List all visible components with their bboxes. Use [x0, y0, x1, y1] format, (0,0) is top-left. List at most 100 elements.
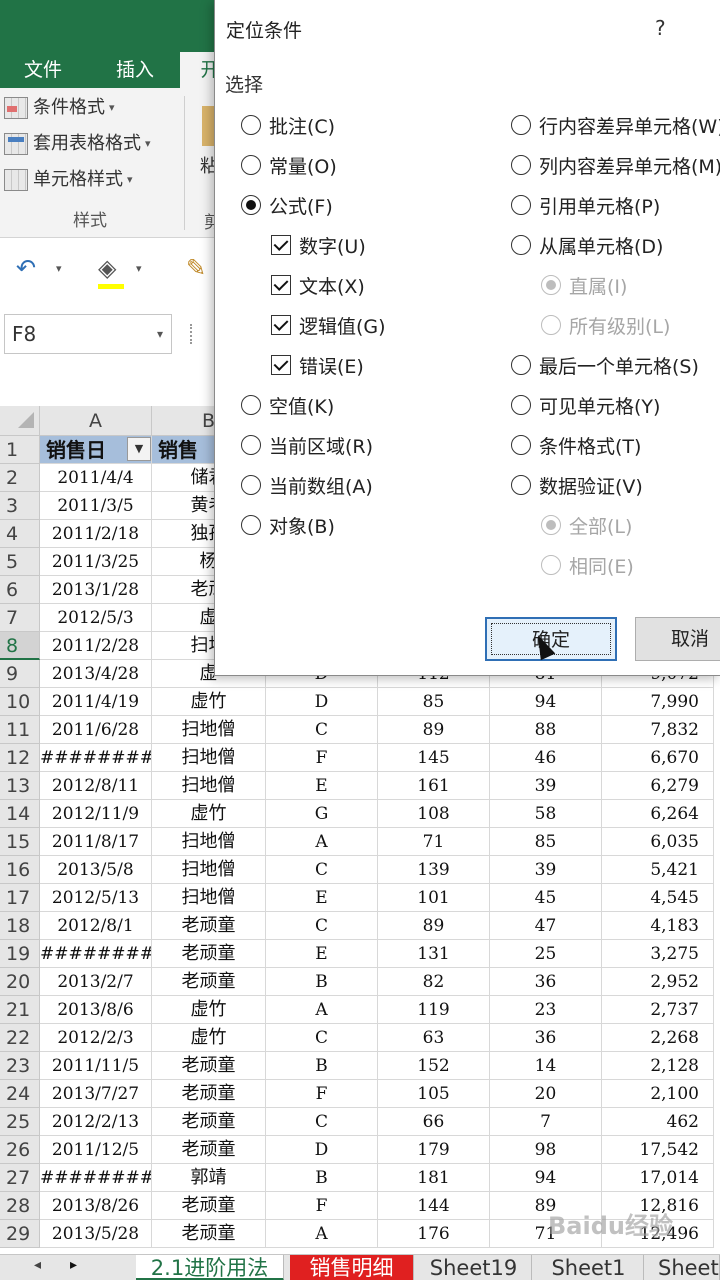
table-cell[interactable]: E — [266, 772, 378, 800]
table-cell[interactable]: 2013/7/27 — [40, 1080, 152, 1108]
table-cell[interactable]: B — [266, 1164, 378, 1192]
row-header-17[interactable]: 17 — [0, 884, 40, 912]
row-header-26[interactable]: 26 — [0, 1136, 40, 1164]
table-cell[interactable]: 47 — [490, 912, 602, 940]
radio-button-icon[interactable] — [241, 395, 261, 415]
row-header-3[interactable]: 3 — [0, 492, 40, 520]
table-cell[interactable]: 虚竹 — [152, 800, 266, 828]
table-cell[interactable]: 老顽童 — [152, 1080, 266, 1108]
table-cell[interactable]: 2013/8/6 — [40, 996, 152, 1024]
table-cell[interactable]: 85 — [490, 828, 602, 856]
radio-option[interactable]: 从属单元格(D) — [511, 230, 663, 260]
radio-option[interactable]: 当前数组(A) — [241, 470, 373, 500]
table-cell[interactable]: G — [266, 800, 378, 828]
radio-option[interactable]: 行内容差异单元格(W) — [511, 110, 720, 140]
table-cell[interactable]: F — [266, 1080, 378, 1108]
radio-option[interactable]: 空值(K) — [241, 390, 334, 420]
row-header-7[interactable]: 7 — [0, 604, 40, 632]
table-cell[interactable]: F — [266, 744, 378, 772]
table-cell[interactable]: 扫地僧 — [152, 772, 266, 800]
chevron-down-icon[interactable]: ▾ — [157, 315, 163, 353]
table-cell[interactable]: 71 — [378, 828, 490, 856]
table-cell[interactable]: 45 — [490, 884, 602, 912]
table-cell[interactable]: 老顽童 — [152, 1220, 266, 1248]
table-cell[interactable]: 2012/8/11 — [40, 772, 152, 800]
table-cell[interactable]: 89 — [378, 912, 490, 940]
chevron-down-icon[interactable]: ▾ — [136, 262, 142, 275]
table-cell[interactable]: 2013/8/26 — [40, 1192, 152, 1220]
checkbox-option[interactable]: 文本(X) — [271, 270, 365, 300]
table-cell[interactable]: C — [266, 912, 378, 940]
row-header-4[interactable]: 4 — [0, 520, 40, 548]
table-cell[interactable]: 94 — [490, 1164, 602, 1192]
checkbox-option[interactable]: 数字(U) — [271, 230, 366, 260]
table-cell[interactable]: 老顽童 — [152, 1108, 266, 1136]
table-cell[interactable]: A — [266, 996, 378, 1024]
table-cell[interactable]: E — [266, 940, 378, 968]
table-cell[interactable]: 105 — [378, 1080, 490, 1108]
radio-button-icon[interactable] — [511, 435, 531, 455]
table-cell[interactable]: 郭靖 — [152, 1164, 266, 1192]
radio-option[interactable]: 当前区域(R) — [241, 430, 373, 460]
table-cell[interactable]: 152 — [378, 1052, 490, 1080]
table-cell[interactable]: 4,183 — [602, 912, 714, 940]
row-header-6[interactable]: 6 — [0, 576, 40, 604]
radio-option[interactable]: 可见单元格(Y) — [511, 390, 660, 420]
radio-option[interactable]: 对象(B) — [241, 510, 335, 540]
radio-option[interactable]: 公式(F) — [241, 190, 333, 220]
checkbox-option[interactable]: 逻辑值(G) — [271, 310, 386, 340]
table-cell[interactable]: 2011/2/18 — [40, 520, 152, 548]
row-header-25[interactable]: 25 — [0, 1108, 40, 1136]
table-cell[interactable]: 39 — [490, 772, 602, 800]
row-header-29[interactable]: 29 — [0, 1220, 40, 1248]
table-cell[interactable]: 63 — [378, 1024, 490, 1052]
table-cell[interactable]: B — [266, 1052, 378, 1080]
row-header-16[interactable]: 16 — [0, 856, 40, 884]
row-header-11[interactable]: 11 — [0, 716, 40, 744]
table-cell[interactable]: 2011/12/5 — [40, 1136, 152, 1164]
sheet-tab-sheet1[interactable]: Sheet1 — [534, 1255, 644, 1280]
format-as-table-button[interactable]: 套用表格格式 ▾ — [4, 128, 151, 160]
table-cell[interactable]: 7,832 — [602, 716, 714, 744]
row-header-13[interactable]: 13 — [0, 772, 40, 800]
cancel-button[interactable]: 取消 — [635, 617, 720, 661]
table-cell[interactable]: 2012/2/3 — [40, 1024, 152, 1052]
radio-button-icon[interactable] — [511, 155, 531, 175]
tab-scroll-right-icon[interactable]: ▸ — [70, 1257, 77, 1273]
table-cell[interactable]: 20 — [490, 1080, 602, 1108]
radio-option[interactable]: 数据验证(V) — [511, 470, 643, 500]
table-cell[interactable]: 2013/5/8 — [40, 856, 152, 884]
table-cell[interactable]: 23 — [490, 996, 602, 1024]
table-cell[interactable]: 176 — [378, 1220, 490, 1248]
table-cell[interactable]: B — [266, 968, 378, 996]
row-header-8[interactable]: 8 — [0, 632, 40, 660]
sheet-tab-sheet19[interactable]: Sheet19 — [416, 1255, 532, 1280]
radio-button-icon[interactable] — [511, 115, 531, 135]
table-cell[interactable]: 2011/11/5 — [40, 1052, 152, 1080]
table-cell[interactable]: 6,279 — [602, 772, 714, 800]
table-cell[interactable]: 老顽童 — [152, 1136, 266, 1164]
table-cell[interactable]: 2013/4/28 — [40, 660, 152, 688]
table-cell[interactable]: 46 — [490, 744, 602, 772]
table-cell[interactable]: 14 — [490, 1052, 602, 1080]
table-cell[interactable]: 2,100 — [602, 1080, 714, 1108]
radio-button-icon[interactable] — [511, 195, 531, 215]
table-cell[interactable]: 6,035 — [602, 828, 714, 856]
table-cell[interactable]: 扫地僧 — [152, 856, 266, 884]
table-cell[interactable]: C — [266, 1108, 378, 1136]
help-button[interactable]: ? — [655, 16, 666, 40]
table-cell[interactable]: 老顽童 — [152, 1052, 266, 1080]
conditional-format-button[interactable]: 条件格式 ▾ — [4, 92, 115, 124]
checkbox-icon[interactable] — [271, 275, 291, 295]
table-cell[interactable]: 36 — [490, 1024, 602, 1052]
row-header-14[interactable]: 14 — [0, 800, 40, 828]
table-cell[interactable]: 2012/8/1 — [40, 912, 152, 940]
checkbox-option[interactable]: 错误(E) — [271, 350, 364, 380]
radio-button-icon[interactable] — [511, 355, 531, 375]
radio-option[interactable]: 批注(C) — [241, 110, 335, 140]
row-header-24[interactable]: 24 — [0, 1080, 40, 1108]
formula-bar-handle[interactable] — [190, 324, 196, 344]
table-cell[interactable]: 2013/5/28 — [40, 1220, 152, 1248]
table-cell[interactable]: 老顽童 — [152, 940, 266, 968]
table-cell[interactable]: 2011/4/19 — [40, 688, 152, 716]
